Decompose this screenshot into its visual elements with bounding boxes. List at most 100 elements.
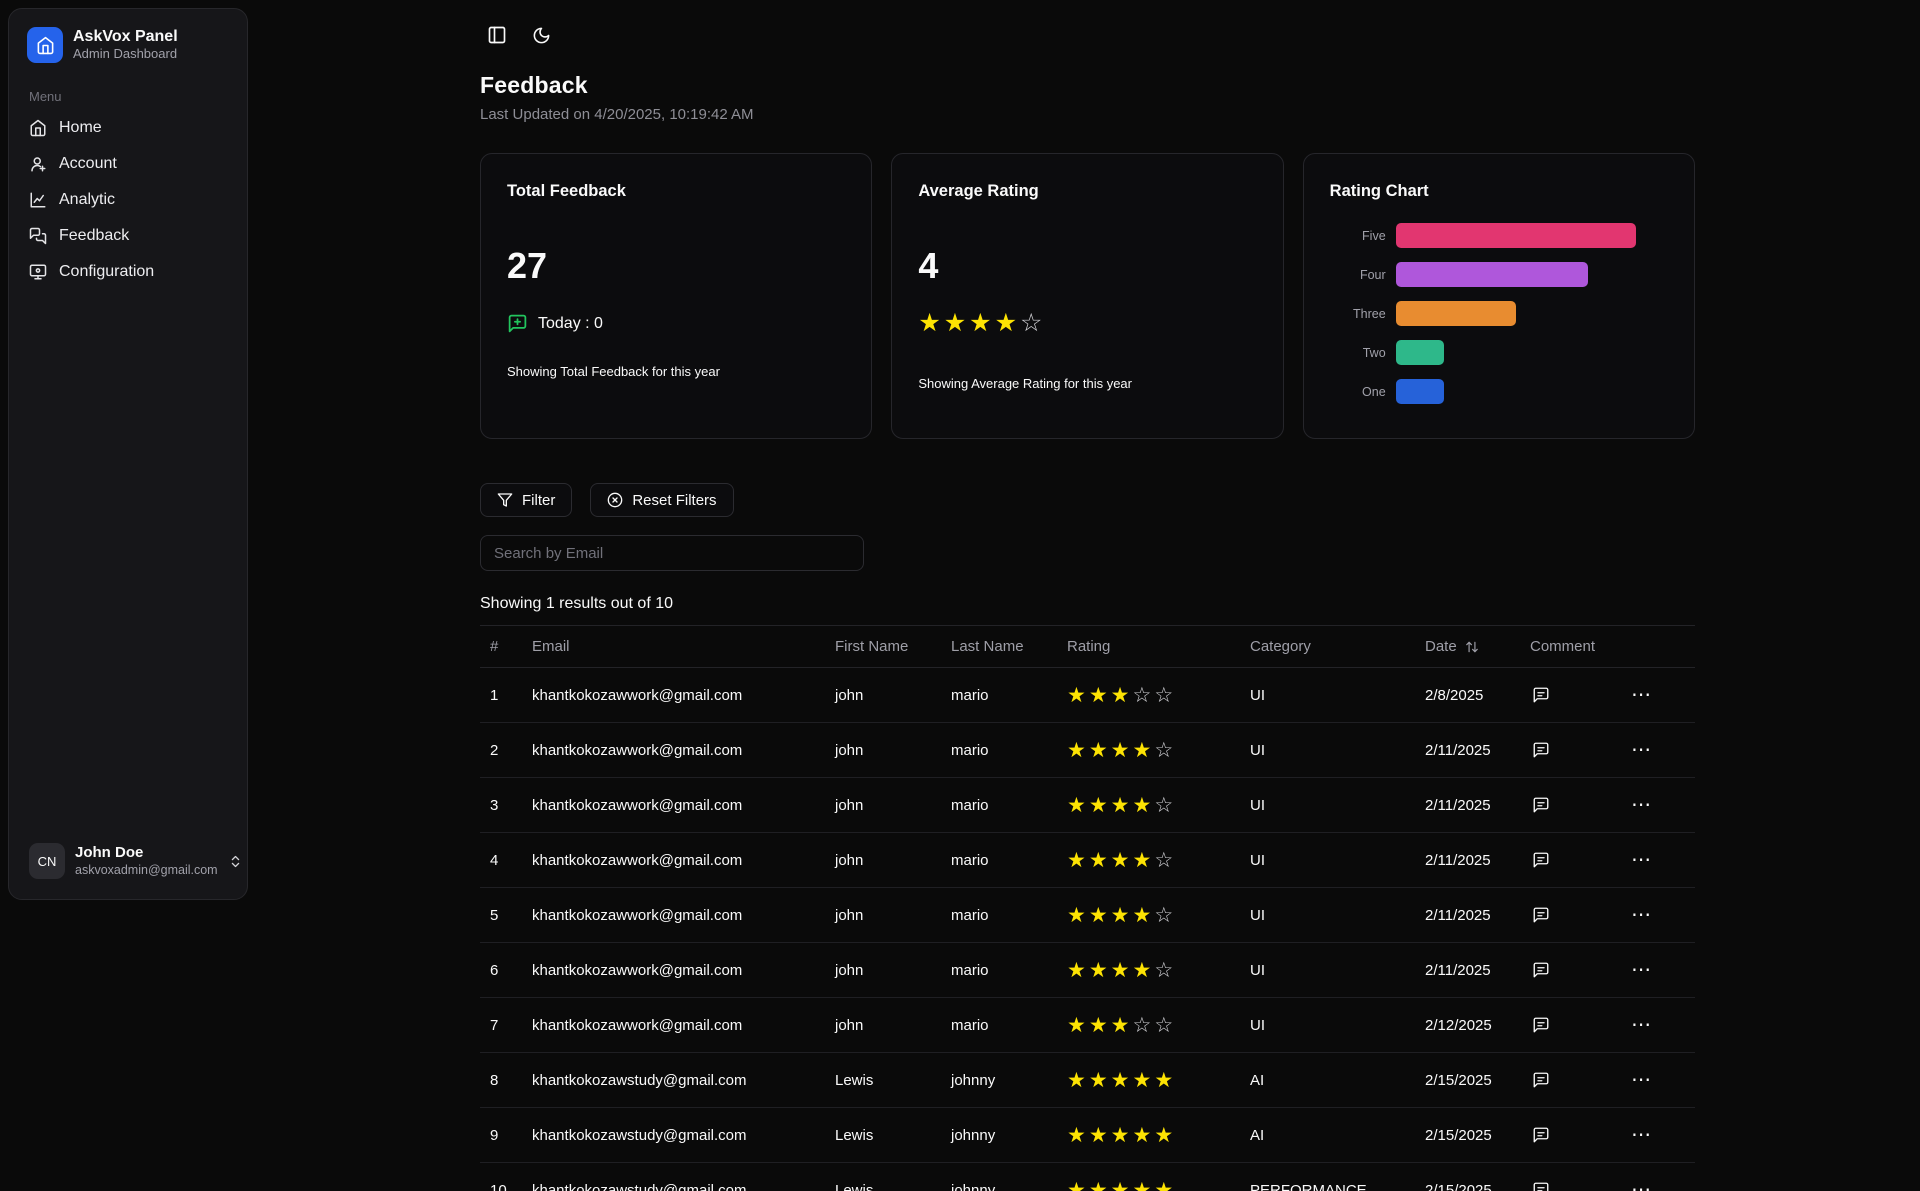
brand-subtitle: Admin Dashboard [73,46,178,63]
comment-icon[interactable] [1530,794,1552,816]
star-empty-icon: ☆ [1020,311,1045,336]
funnel-icon [497,492,513,508]
star-filled-icon: ★ [1132,1180,1154,1191]
row-comment-cell [1520,943,1619,998]
chevrons-up-down-icon [228,854,243,869]
sidebar-item-home[interactable]: Home [21,110,235,146]
row-actions-button[interactable]: ⋯ [1629,958,1654,982]
star-filled-icon: ★ [1089,960,1111,981]
chart-category-label: Five [1330,229,1386,243]
star-filled-icon: ★ [1089,1015,1111,1036]
row-last-name: johnny [941,1053,1057,1108]
star-filled-icon: ★ [1111,1015,1133,1036]
row-actions-button[interactable]: ⋯ [1629,793,1654,817]
row-email: khantkokozawwork@gmail.com [522,833,825,888]
reset-filters-button[interactable]: Reset Filters [590,483,733,517]
row-email: khantkokozawwork@gmail.com [522,888,825,943]
star-filled-icon: ★ [969,311,994,336]
row-category: PERFORMANCE [1240,1163,1415,1191]
sidebar-item-label: Configuration [59,263,154,281]
row-number: 2 [480,723,522,778]
comment-icon[interactable] [1530,684,1552,706]
topbar [480,0,1695,52]
star-filled-icon: ★ [1111,685,1133,706]
sidebar-item-feedback[interactable]: Feedback [21,218,235,254]
row-number: 10 [480,1163,522,1191]
row-rating: ★★★★☆ [1057,943,1240,998]
row-actions-button[interactable]: ⋯ [1629,848,1654,872]
row-actions-button[interactable]: ⋯ [1629,738,1654,762]
star-filled-icon: ★ [1132,960,1154,981]
star-filled-icon: ★ [995,311,1020,336]
rating-chart: FiveFourThreeTwoOne [1330,223,1668,404]
row-rating: ★★★★★ [1057,1053,1240,1108]
sidebar-item-analytic[interactable]: Analytic [21,182,235,218]
sidebar-toggle-button[interactable] [480,18,514,52]
row-actions-button[interactable]: ⋯ [1629,1123,1654,1147]
search-input[interactable] [480,535,864,571]
star-filled-icon: ★ [918,311,943,336]
user-email: askvoxadmin@gmail.com [75,862,218,878]
user-menu-button[interactable]: CN John Doe askvoxadmin@gmail.com [21,835,235,887]
row-rating: ★★★★☆ [1057,888,1240,943]
row-date: 2/15/2025 [1415,1108,1520,1163]
row-date: 2/11/2025 [1415,888,1520,943]
row-actions-cell: ⋯ [1619,1053,1695,1108]
row-first-name: Lewis [825,1163,941,1191]
average-rating-value: 4 [918,245,1256,287]
row-first-name: john [825,778,941,833]
rating-chart-card: Rating Chart FiveFourThreeTwoOne [1303,153,1695,439]
row-email: khantkokozawwork@gmail.com [522,943,825,998]
theme-toggle-button[interactable] [524,18,558,52]
comment-icon[interactable] [1530,1069,1552,1091]
row-number: 8 [480,1053,522,1108]
row-actions-button[interactable]: ⋯ [1629,1068,1654,1092]
panel-left-icon [487,25,507,45]
row-actions-button[interactable]: ⋯ [1629,903,1654,927]
table-row: 6khantkokozawwork@gmail.comjohnmario★★★★… [480,943,1695,998]
brand-title: AskVox Panel [73,27,178,46]
comment-icon[interactable] [1530,959,1552,981]
feedback-icon [29,227,47,245]
row-actions-button[interactable]: ⋯ [1629,1178,1654,1191]
row-last-name: mario [941,943,1057,998]
comment-icon[interactable] [1530,1124,1552,1146]
star-filled-icon: ★ [1132,740,1154,761]
comment-icon[interactable] [1530,739,1552,761]
sidebar-item-account[interactable]: Account [21,146,235,182]
table-row: 9khantkokozawstudy@gmail.comLewisjohnny★… [480,1108,1695,1163]
row-category: AI [1240,1108,1415,1163]
column-header-rating: Rating [1057,626,1240,668]
sidebar-item-configuration[interactable]: Configuration [21,254,235,290]
column-header-category: Category [1240,626,1415,668]
row-actions-button[interactable]: ⋯ [1629,683,1654,707]
rating-stars: ★★★★☆ [1067,905,1176,926]
table-row: 1khantkokozawwork@gmail.comjohnmario★★★☆… [480,668,1695,723]
row-comment-cell [1520,1163,1619,1191]
row-category: UI [1240,943,1415,998]
configuration-icon [29,263,47,281]
star-filled-icon: ★ [1089,685,1111,706]
avatar: CN [29,843,65,879]
comment-icon[interactable] [1530,1014,1552,1036]
star-filled-icon: ★ [1154,1070,1176,1091]
row-category: UI [1240,778,1415,833]
row-actions-cell: ⋯ [1619,668,1695,723]
row-first-name: john [825,888,941,943]
row-comment-cell [1520,998,1619,1053]
comment-icon[interactable] [1530,849,1552,871]
row-date: 2/15/2025 [1415,1163,1520,1191]
row-rating: ★★★★★ [1057,1108,1240,1163]
star-filled-icon: ★ [1067,1015,1089,1036]
column-header-date[interactable]: Date [1415,626,1520,668]
row-actions-button[interactable]: ⋯ [1629,1013,1654,1037]
column-header-last-name: Last Name [941,626,1057,668]
account-icon [29,155,47,173]
star-filled-icon: ★ [1132,850,1154,871]
row-category: UI [1240,998,1415,1053]
star-empty-icon: ☆ [1154,905,1176,926]
table-row: 2khantkokozawwork@gmail.comjohnmario★★★★… [480,723,1695,778]
filter-button[interactable]: Filter [480,483,572,517]
comment-icon[interactable] [1530,904,1552,926]
comment-icon[interactable] [1530,1179,1552,1191]
